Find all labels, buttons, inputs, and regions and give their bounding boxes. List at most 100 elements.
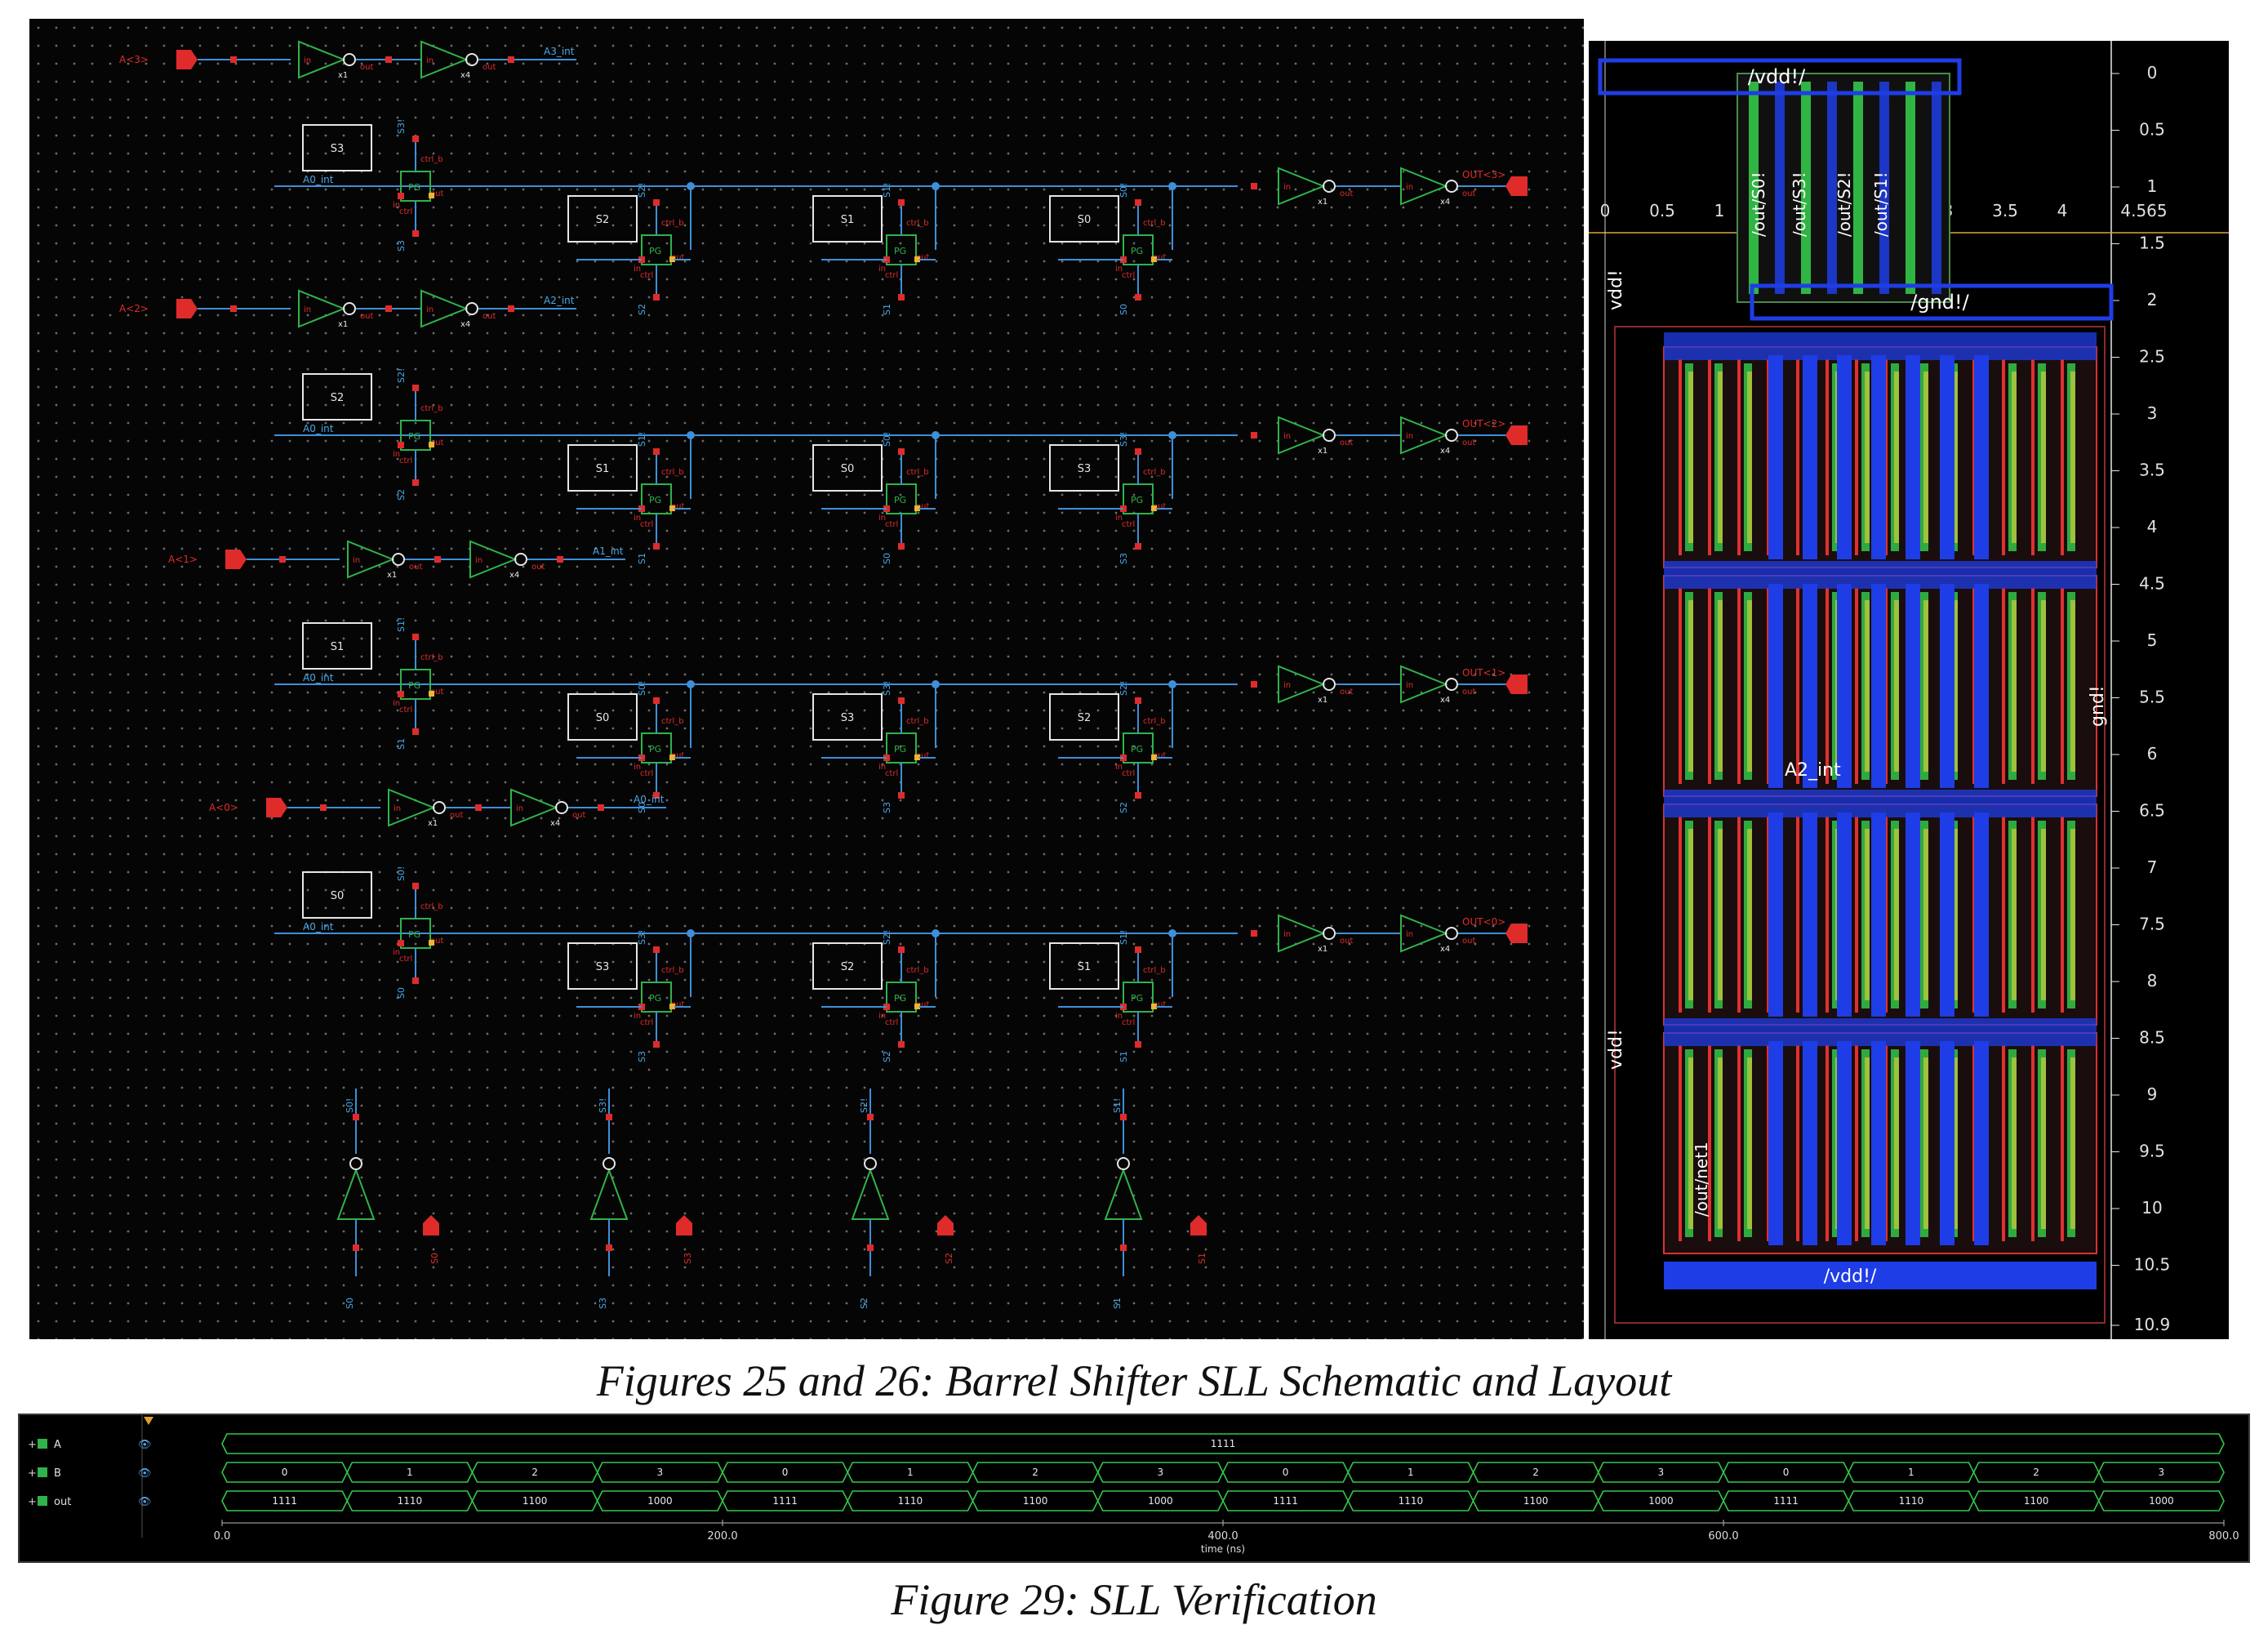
ctrl-b-net-label: S0!	[882, 432, 892, 447]
ctrl-b-label: ctrl_b	[661, 468, 684, 477]
ctrl-b-pin	[1135, 199, 1141, 206]
poly-gate	[1708, 588, 1711, 784]
ctrl-label: ctrl	[885, 520, 898, 529]
ctrl-b-pin	[412, 385, 419, 391]
wire-dot	[434, 556, 441, 563]
poly-gate	[1679, 359, 1682, 555]
ctrl-label: ctrl	[1122, 271, 1135, 280]
top-cell-strip	[1932, 82, 1941, 294]
ctrl-pin	[1135, 294, 1141, 301]
bus-value: 1110	[898, 1495, 923, 1507]
ctrl-pin	[898, 792, 905, 799]
ctrl-label: ctrl	[640, 520, 653, 529]
metal2-strip	[1768, 812, 1783, 1017]
ruler-y-label: 3	[2147, 403, 2158, 423]
metal2-strip	[1803, 812, 1817, 1017]
ctrl-net-label: S1	[1118, 1051, 1129, 1062]
metal1-strip	[1923, 1057, 1928, 1229]
pass-gate-label: PG	[894, 744, 906, 755]
bottom-vdd-rail	[1664, 1262, 2097, 1289]
ctrl-b-label: ctrl_b	[661, 966, 684, 975]
metal2-strip	[1837, 812, 1852, 1017]
metal-rail	[1664, 561, 2097, 589]
bus-value: 3	[657, 1467, 664, 1478]
pass-gate-label: PG	[1131, 744, 1143, 755]
layout-panel: 0 0.5 1 1.5 2 2.5 3 3.5 4 4.5 5 5.5 6 6.5 7 7.5 8 8.5 9 9.5…	[1589, 41, 2229, 1339]
poly-gate	[1855, 817, 1858, 1013]
metal2-strip	[1871, 584, 1886, 788]
ctrl-b-net-label: S2!	[637, 183, 647, 198]
ctrl-b-net-label: S3!	[882, 681, 892, 696]
output-pin-label: OUT<0>	[1462, 916, 1505, 928]
poly-gate	[2061, 359, 2064, 555]
ruler-y-label: 1.5	[2139, 234, 2165, 253]
wire-dot	[1120, 1114, 1127, 1120]
inverter-in-label: in	[1406, 432, 1413, 441]
metal1-strip	[1894, 372, 1899, 543]
layout-net-label: /out/S2!	[1834, 171, 1854, 237]
ctrl-net-label: S2	[1118, 802, 1129, 813]
inverter-drive-label: x4	[460, 71, 470, 80]
metal1-strip	[2012, 829, 2017, 1000]
ctrl-b-label: ctrl_b	[906, 219, 929, 228]
select-inverter	[851, 1168, 890, 1220]
layout-net-label: /out/net1	[1692, 1142, 1711, 1217]
ctrl-net-label: S1	[396, 738, 407, 750]
pg-out-pin	[1151, 256, 1157, 262]
ctrl-pin	[653, 543, 660, 550]
select-tag-label: S2	[841, 961, 855, 973]
row-int-label: A0_int	[303, 921, 334, 933]
pg-in-label: in	[634, 1012, 641, 1021]
metal2-strip	[1837, 584, 1852, 788]
select-pin-label: S3	[683, 1253, 693, 1264]
metal1-strip	[1923, 600, 1928, 772]
ctrl-b-pin	[412, 634, 419, 640]
select-input-pin	[937, 1215, 954, 1235]
inverter-in-label: in	[426, 305, 434, 314]
poly-gate	[1855, 359, 1858, 555]
ctrl-b-label: ctrl_b	[906, 966, 929, 975]
poly-gate	[2031, 359, 2035, 555]
select-tag-label: S3	[331, 143, 345, 155]
ruler-y-label: 3.5	[2139, 461, 2165, 480]
inverter-out-label: out	[360, 63, 373, 72]
side-label-right: gnd!	[2088, 685, 2108, 727]
ruler-y-label: 5	[2147, 630, 2158, 650]
ruler-y-label: 9.5	[2139, 1142, 2165, 1161]
inverter-drive-label: x1	[338, 320, 348, 329]
wire-dot	[508, 305, 514, 312]
wire-dot	[320, 804, 327, 811]
ctrl-pin	[898, 1041, 905, 1048]
inverter-in-label: in	[1283, 681, 1291, 690]
wire-dot	[1251, 930, 1257, 937]
ctrl-b-net-label: S1!	[396, 617, 407, 632]
sel-inv-in-label: S1	[1112, 1298, 1123, 1309]
poly-gate	[2002, 1045, 2005, 1241]
ctrl-pin	[412, 977, 419, 984]
pg-in-label: in	[634, 763, 641, 772]
poly-gate	[1826, 817, 1829, 1013]
time-tick-label: 200.0	[707, 1530, 737, 1543]
bus-value: 1110	[1399, 1495, 1424, 1507]
bus-value: 1	[907, 1467, 914, 1478]
metal1-strip	[1718, 372, 1723, 543]
metal1-strip	[1865, 829, 1870, 1000]
metal2-strip	[1837, 1041, 1852, 1245]
select-input-pin	[423, 1215, 439, 1235]
time-tick-label: 800.0	[2208, 1530, 2239, 1543]
time-tick-label: 600.0	[1708, 1530, 1738, 1543]
schematic-drawing: A<3> in out x1 in out x4 A3_int S3 A0_int PG ctrl_b…	[119, 40, 1528, 1309]
bus-value: 2	[1532, 1467, 1539, 1478]
pass-gate-label: PG	[649, 993, 661, 1004]
ctrl-b-label: ctrl_b	[906, 468, 929, 477]
inverter-out-label: out	[360, 312, 373, 321]
pg-out-pin	[914, 1004, 920, 1009]
ctrl-pin	[412, 479, 419, 486]
poly-gate	[1796, 817, 1799, 1013]
ruler-y-label: 6	[2147, 744, 2158, 764]
metal1-strip	[1865, 1057, 1870, 1229]
metal1-strip	[2070, 829, 2075, 1000]
metal1-strip	[1894, 829, 1899, 1000]
metal1-strip	[2012, 600, 2017, 772]
poly-gate	[1737, 359, 1741, 555]
